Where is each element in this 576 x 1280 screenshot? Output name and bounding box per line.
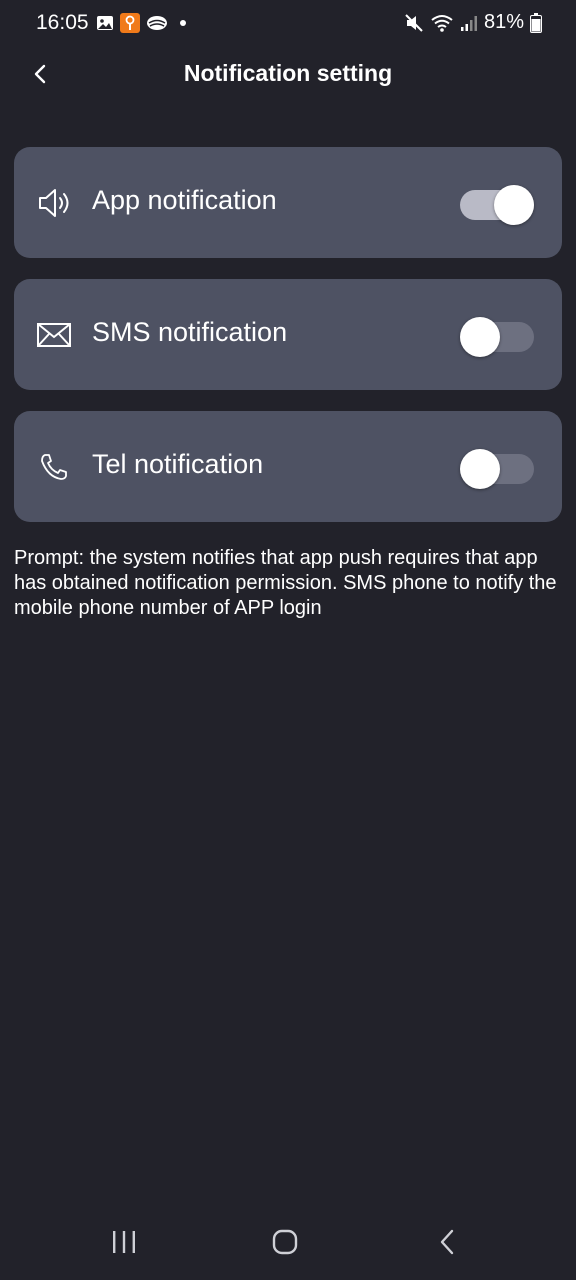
sms-notification-label: SMS notification — [92, 317, 288, 347]
page-title: Notification setting — [183, 60, 393, 86]
header: Notification setting — [0, 48, 576, 100]
status-bar: 16:05 81% — [0, 0, 576, 48]
wifi-icon — [431, 14, 453, 32]
app-badge-icon — [120, 13, 140, 33]
battery-icon — [530, 12, 542, 33]
nav-back-button[interactable] — [425, 1224, 469, 1260]
cloud-icon — [147, 16, 167, 30]
home-icon — [272, 1229, 298, 1255]
back-icon — [440, 1229, 454, 1255]
speaker-icon — [36, 185, 72, 221]
recent-apps-icon — [113, 1231, 135, 1253]
mute-icon — [405, 13, 423, 32]
app-notification-label: App notification — [92, 185, 277, 215]
prompt-text: Prompt: the system notifies that app pus… — [14, 547, 557, 619]
battery-percent: 81% — [483, 11, 524, 33]
home-button[interactable] — [263, 1224, 307, 1260]
envelope-icon — [36, 317, 72, 353]
sms-notification-row[interactable]: SMS notification — [14, 279, 562, 390]
sms-notification-toggle[interactable] — [460, 316, 534, 357]
status-icons-right: 81% — [404, 11, 542, 34]
toggle-knob — [460, 317, 500, 357]
signal-icon — [460, 15, 477, 31]
tel-notification-toggle[interactable] — [460, 448, 534, 489]
gallery-icon — [97, 16, 113, 30]
tel-notification-label: Tel notification — [92, 449, 264, 479]
nav-bar — [0, 1210, 576, 1280]
app-notification-row[interactable]: App notification — [14, 147, 562, 258]
app-notification-toggle[interactable] — [460, 184, 534, 225]
phone-icon — [36, 449, 72, 485]
recent-apps-button[interactable] — [102, 1224, 146, 1260]
status-icons-left — [96, 13, 186, 33]
toggle-knob — [460, 449, 500, 489]
toggle-knob — [494, 185, 534, 225]
status-time: 16:05 — [36, 11, 89, 34]
tel-notification-row[interactable]: Tel notification — [14, 411, 562, 522]
dot-icon — [180, 20, 186, 26]
